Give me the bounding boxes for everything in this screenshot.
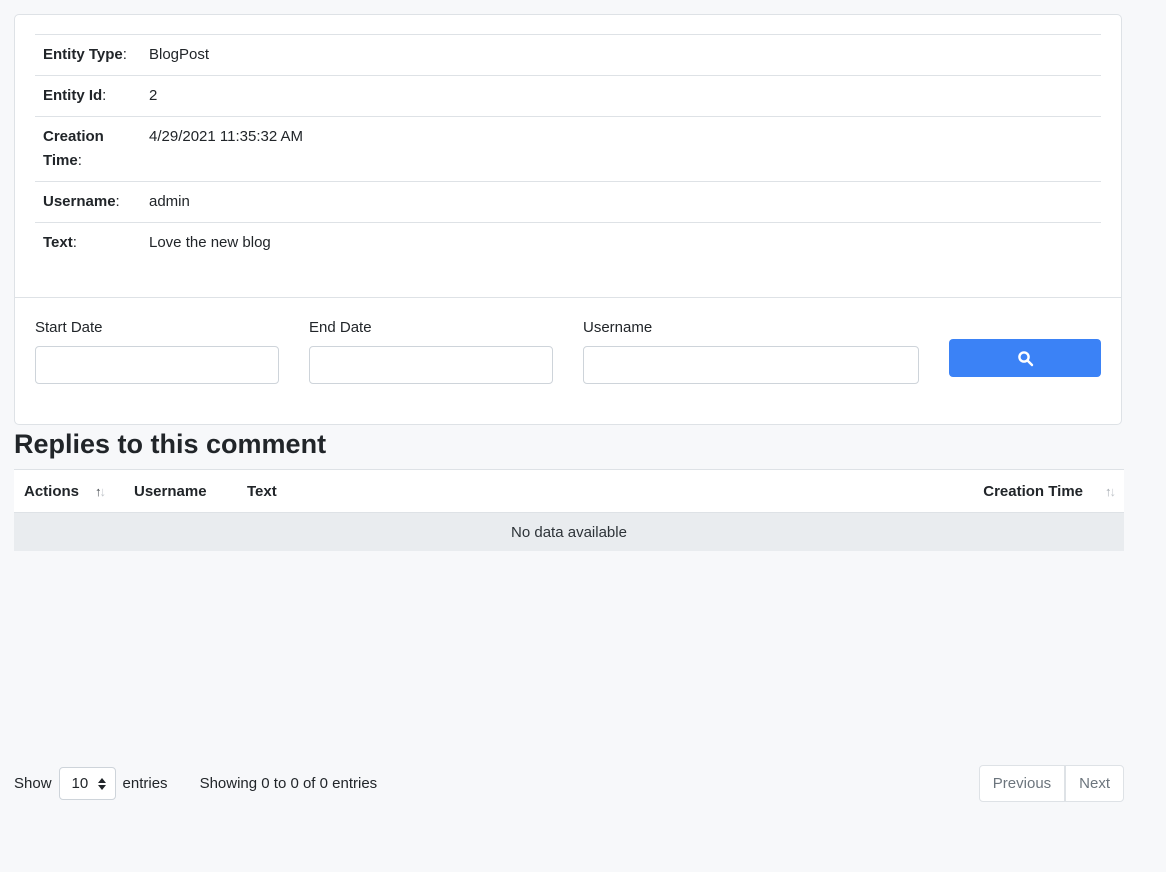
replies-table: Actions ↑↓ Username Text Creation Time ↑…	[14, 469, 1124, 551]
entries-label: entries	[123, 774, 168, 794]
select-arrows-icon	[98, 778, 106, 790]
column-label: Creation Time	[983, 483, 1083, 500]
start-date-input[interactable]	[35, 346, 279, 384]
detail-label: Creation Time	[43, 128, 104, 169]
replies-table-header: Actions ↑↓ Username Text Creation Time ↑…	[14, 469, 1124, 513]
detail-label: Username	[43, 193, 116, 210]
detail-row-text: Text: Love the new blog	[35, 223, 1101, 264]
username-label: Username	[583, 318, 919, 338]
detail-row-username: Username: admin	[35, 182, 1101, 223]
sort-icon: ↑↓	[1105, 485, 1116, 498]
page-size-select[interactable]: 10	[59, 767, 116, 800]
detail-value-text: Love the new blog	[127, 223, 1101, 264]
detail-label-colon: :	[102, 87, 106, 104]
detail-label-colon: :	[123, 46, 127, 63]
start-date-field-group: Start Date	[35, 318, 279, 384]
pagination-buttons: Previous Next	[979, 765, 1124, 802]
column-label: Text	[247, 483, 277, 500]
comment-detail-table: Entity Type: BlogPost Entity Id: 2 Creat…	[35, 34, 1101, 263]
column-header-creation-time[interactable]: Creation Time ↑↓	[894, 483, 1124, 500]
end-date-input[interactable]	[309, 346, 553, 384]
detail-value-entity-type: BlogPost	[127, 35, 1101, 76]
replies-heading: Replies to this comment	[14, 427, 1124, 461]
detail-label: Entity Id	[43, 87, 102, 104]
comment-details-page: Entity Type: BlogPost Entity Id: 2 Creat…	[14, 14, 1124, 802]
show-label: Show	[14, 774, 52, 794]
sort-icon: ↑↓	[95, 485, 106, 498]
detail-label-colon: :	[116, 193, 120, 210]
detail-value-entity-id: 2	[127, 76, 1101, 117]
column-label: Username	[134, 483, 207, 500]
filter-bar: Start Date End Date Username	[15, 297, 1121, 424]
page-size-value: 10	[72, 775, 89, 792]
column-header-text[interactable]: Text	[247, 483, 894, 500]
sort-down-icon: ↓	[1110, 485, 1117, 498]
pagination-bar: Show 10 entries Showing 0 to 0 of 0 entr…	[14, 765, 1124, 802]
detail-label: Entity Type	[43, 46, 123, 63]
detail-label: Text	[43, 234, 73, 251]
detail-row-entity-type: Entity Type: BlogPost	[35, 35, 1101, 76]
comment-detail-card: Entity Type: BlogPost Entity Id: 2 Creat…	[14, 14, 1122, 425]
column-header-username[interactable]: Username	[134, 483, 247, 500]
detail-value-creation-time: 4/29/2021 11:35:32 AM	[127, 117, 1101, 182]
detail-row-creation-time: Creation Time: 4/29/2021 11:35:32 AM	[35, 117, 1101, 182]
previous-page-button[interactable]: Previous	[979, 765, 1065, 802]
empty-table-message: No data available	[14, 513, 1124, 551]
username-field-group: Username	[583, 318, 919, 384]
column-header-actions[interactable]: Actions ↑↓	[14, 483, 134, 500]
search-button[interactable]	[949, 339, 1101, 377]
entries-info: Showing 0 to 0 of 0 entries	[200, 775, 378, 792]
start-date-label: Start Date	[35, 318, 279, 338]
detail-label-colon: :	[78, 152, 82, 169]
next-page-button[interactable]: Next	[1065, 765, 1124, 802]
sort-down-icon: ↓	[100, 485, 107, 498]
end-date-label: End Date	[309, 318, 553, 338]
column-label: Actions	[24, 483, 79, 500]
search-button-wrap	[949, 318, 1101, 384]
username-input[interactable]	[583, 346, 919, 384]
detail-value-username: admin	[127, 182, 1101, 223]
detail-row-entity-id: Entity Id: 2	[35, 76, 1101, 117]
detail-label-colon: :	[73, 234, 77, 251]
end-date-field-group: End Date	[309, 318, 553, 384]
comment-detail-section: Entity Type: BlogPost Entity Id: 2 Creat…	[15, 15, 1121, 297]
search-icon	[1017, 350, 1034, 367]
